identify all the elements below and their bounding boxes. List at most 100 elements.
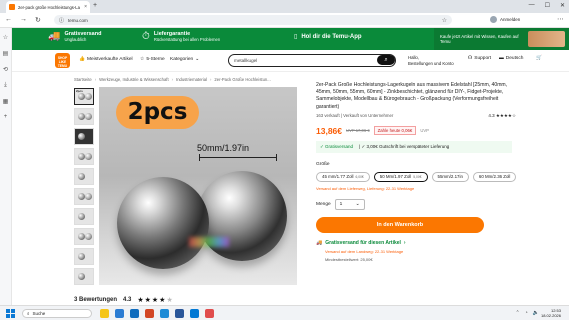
back-icon[interactable]: ← <box>5 16 12 24</box>
pay-today-badge: Zahle heute 0,06€ <box>373 126 417 136</box>
search-input[interactable]: metallkugel ⌕ <box>228 54 396 67</box>
free-shipping-promo[interactable]: 🚚 Gratisversand Unglaublich <box>48 31 101 42</box>
delivery-sub: Rückerstattung bei allen Problemen <box>153 37 221 42</box>
breadcrumb: Startseite › Werkzeuge, Industrie & Wiss… <box>74 77 271 82</box>
minimum-order: Mindestbestellwert: 25,00€ <box>325 256 373 262</box>
app-icon[interactable] <box>205 309 214 318</box>
windows-start-icon[interactable] <box>6 309 15 318</box>
main-product-image[interactable]: 2pcs 50mm/1.97in <box>99 87 297 285</box>
outlook-icon[interactable] <box>190 309 199 318</box>
pcs-badge: 2pcs <box>116 96 199 129</box>
size-option-55mm[interactable]: 55mm/2.17in <box>431 171 469 182</box>
word-icon[interactable] <box>175 309 184 318</box>
taskbar-search-label: Suche <box>32 311 46 316</box>
cart-link[interactable]: 🛒 <box>536 56 542 61</box>
thumbnail-6[interactable] <box>74 188 94 205</box>
quantity-value: 1 <box>339 201 343 207</box>
add-to-cart-button[interactable]: In den Warenkorb <box>316 216 484 233</box>
size-option-45mm[interactable]: 45 mm/1.77 Zoll 6,00€ <box>316 171 370 182</box>
shipping-time: Versand auf dem Landweg: 22-31 Werktage <box>325 248 404 254</box>
apps-icon[interactable]: ▦ <box>3 98 9 105</box>
size-option-60mm[interactable]: 60 Mm/2.36 Zoll <box>472 171 517 182</box>
account-menu[interactable]: Hallo, Bestellungen und Konto <box>408 55 454 66</box>
size-option-50mm[interactable]: 50 Mm/1.97 Zoll 5,00€ <box>373 171 428 182</box>
steel-ball-left <box>117 177 209 269</box>
store-icon[interactable] <box>160 309 169 318</box>
thumbnail-5[interactable] <box>74 168 94 185</box>
language-selector[interactable]: ▬ Deutsch <box>499 56 523 61</box>
nav-bestsellers[interactable]: 👍 Meistverkaufte Artikel <box>79 57 133 62</box>
temu-logo[interactable]: SHOP LIKE TEMU <box>55 53 70 68</box>
nav-buttons: ← → ↻ <box>5 16 41 24</box>
thumbnail-8[interactable] <box>74 228 94 245</box>
price: 13,86€ <box>316 125 342 136</box>
free-shipping-benefit: ✓ Gratisversand <box>320 143 354 149</box>
window-controls: — ☐ ✕ <box>529 2 565 9</box>
clock[interactable]: 12:53 18.02.2026 <box>541 308 561 318</box>
nav-categories[interactable]: Kategorien ⌄ <box>170 57 199 62</box>
breadcrumb-home[interactable]: Startseite <box>74 77 92 82</box>
downloads-icon[interactable]: ⤓ <box>4 82 7 89</box>
truck-icon: 🚚 <box>316 239 323 246</box>
add-sidebar-icon[interactable]: + <box>4 114 8 120</box>
close-window-button[interactable]: ✕ <box>560 2 565 9</box>
thumbnail-2[interactable] <box>74 108 94 125</box>
url-field[interactable]: ⓘ temu.com ☆ <box>54 15 452 25</box>
volume-icon[interactable]: 🔈 <box>533 310 539 316</box>
search-button[interactable]: ⌕ <box>377 55 395 65</box>
account-button[interactable]: Anmelden <box>490 16 520 23</box>
address-bar: ← → ↻ ⓘ temu.com ☆ Anmelden ⋯ <box>0 13 569 28</box>
delivery-guarantee-promo[interactable]: ⏱ Liefergarantie Rückerstattung bei alle… <box>142 31 220 42</box>
minimize-button[interactable]: — <box>529 2 535 9</box>
browser-menu-icon[interactable]: ⋯ <box>557 15 564 23</box>
nav-five-stars[interactable]: ☆ 5-Sterne <box>140 57 165 62</box>
taskbar-search[interactable]: ⌕ Suche <box>22 309 92 318</box>
maximize-button[interactable]: ☐ <box>545 2 550 9</box>
browser-tab[interactable]: 2er-pack große Hochleistungs-La × <box>6 1 90 13</box>
forward-icon[interactable]: → <box>20 16 27 24</box>
thumbnail-10[interactable] <box>74 268 94 285</box>
thumbs-up-icon: 👍 <box>79 57 85 62</box>
wifi-icon[interactable]: ◔ <box>525 310 528 316</box>
bookmark-star-icon[interactable]: ☆ <box>442 17 447 24</box>
header-rating[interactable]: 4.3 ★★★★☆ <box>488 113 516 119</box>
shipping-info[interactable]: 🚚 Gratisversand für diesen Artikel › <box>316 240 516 246</box>
delivery-hint: Versand auf dem Lieferweg, Lieferung: 22… <box>316 185 415 191</box>
history-icon[interactable]: ⟲ <box>3 66 8 73</box>
thumbnail-9[interactable] <box>74 248 94 265</box>
price-row: 13,86€ UVP 17,06 € Zahle heute 0,06€ UVP <box>316 126 516 136</box>
support-link[interactable]: ☊ Support <box>468 56 491 61</box>
tab-close-icon[interactable]: × <box>84 4 87 10</box>
tab-title: 2er-pack große Hochleistungs-La <box>18 4 80 10</box>
site-info-icon[interactable]: ⓘ <box>59 17 64 24</box>
thumbnail-4[interactable] <box>74 148 94 165</box>
reviews-summary[interactable]: 3 Bewertungen 4.3 ★★★★★ <box>74 296 174 304</box>
office-icon[interactable] <box>145 309 154 318</box>
collections-icon[interactable]: ▤ <box>3 50 9 57</box>
thumbnail-3[interactable] <box>74 128 94 145</box>
account-label: Anmelden <box>500 17 521 22</box>
truck-icon: 🚚 <box>48 31 61 42</box>
favorites-icon[interactable]: ☆ <box>3 34 8 41</box>
breadcrumb-category[interactable]: Werkzeuge, Industrie & Wissenschaft <box>99 77 169 82</box>
quantity-select[interactable]: 1 ⌄ <box>334 198 365 210</box>
thumbnail-7[interactable] <box>74 208 94 225</box>
dimension-label: 50mm/1.97in <box>197 143 250 153</box>
breadcrumb-subcategory[interactable]: Industriematerial <box>176 77 207 82</box>
sold-text[interactable]: 163 verkauft | Verkauft von Unternehmer <box>316 113 393 118</box>
get-app-promo[interactable]: ▯ Hol dir die Temu-App <box>294 33 362 41</box>
site-header: SHOP LIKE TEMU 👍 Meistverkaufte Artikel … <box>12 50 569 72</box>
folder-icon[interactable] <box>100 309 109 318</box>
edge-icon[interactable] <box>115 309 124 318</box>
thumbnail-list: 2pcs <box>74 88 94 285</box>
size-label: Größe <box>316 161 330 167</box>
breadcrumb-current: 2er-Pack Große Hochleistun... <box>214 77 271 82</box>
mail-icon[interactable] <box>130 309 139 318</box>
clock-date: 18.02.2026 <box>540 313 561 318</box>
new-tab-button[interactable]: + <box>93 2 97 9</box>
promo-banner-right[interactable]: Kaufe jetzt Artikel mit Wissen, Kaufen a… <box>434 28 569 50</box>
reload-icon[interactable]: ↻ <box>35 16 41 24</box>
thumbnail-1[interactable]: 2pcs <box>74 88 94 105</box>
url-text: temu.com <box>68 17 88 23</box>
chevron-up-icon[interactable]: ⌃ <box>516 310 520 316</box>
